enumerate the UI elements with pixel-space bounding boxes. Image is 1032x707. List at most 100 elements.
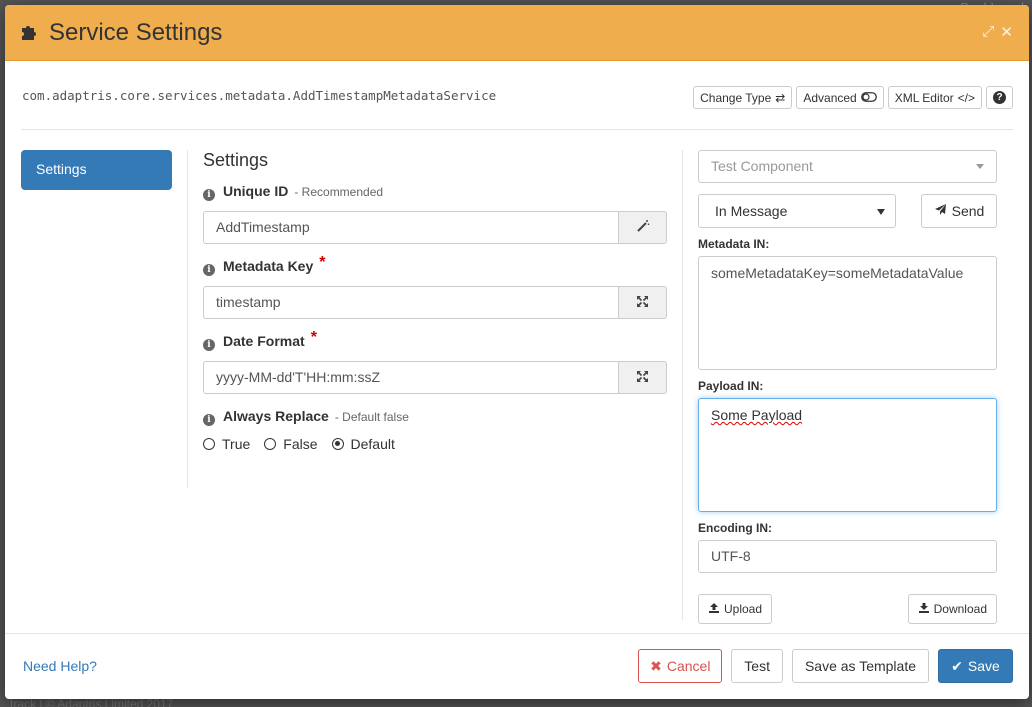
modal-header: Service Settings ⤢ ✕ [5, 5, 1029, 61]
info-icon[interactable]: i [203, 339, 215, 351]
metadata-key-input[interactable]: timestamp [203, 286, 618, 319]
test-panel: Test Component In Message Send Metadata … [698, 150, 997, 624]
unique-id-input[interactable]: AddTimestamp [203, 211, 618, 244]
upload-button[interactable]: Upload [698, 594, 773, 624]
date-format-label-text: Date Format [223, 333, 305, 349]
exchange-icon: ⇄ [775, 90, 786, 105]
send-button[interactable]: Send [921, 194, 997, 228]
test-button[interactable]: Test [731, 649, 783, 683]
radio-circle-selected[interactable] [331, 438, 344, 450]
radio-label: Default [350, 436, 395, 452]
always-replace-radios: True False Default [203, 436, 667, 452]
divider [21, 129, 1013, 130]
radio-label: False [283, 436, 318, 452]
paper-plane-icon [934, 203, 947, 219]
download-icon [918, 602, 930, 617]
expand-modal-icon[interactable]: ⤢ [982, 23, 994, 41]
date-format-label: i Date Format * [203, 329, 667, 353]
save-as-template-button[interactable]: Save as Template [791, 649, 929, 683]
times-icon: ✖ [650, 657, 662, 674]
need-help-link[interactable]: Need Help? [23, 658, 97, 674]
caret-down-icon [877, 209, 885, 215]
xml-editor-label: XML Editor [894, 90, 954, 105]
unique-id-label-text: Unique ID [223, 183, 289, 199]
always-replace-hint: - Default false [334, 410, 409, 424]
message-type-select[interactable]: In Message [698, 194, 896, 228]
change-type-button[interactable]: Change Type ⇄ [693, 86, 793, 109]
download-button[interactable]: Download [907, 594, 997, 624]
info-icon[interactable]: i [203, 264, 215, 276]
cancel-label: Cancel [666, 658, 711, 674]
always-replace-label: i Always Replace - Default false [203, 408, 667, 428]
expand-editor-button[interactable] [618, 361, 667, 394]
check-icon: ✔ [951, 657, 963, 674]
radio-circle[interactable] [264, 438, 277, 450]
change-type-label: Change Type [700, 90, 772, 105]
payload-text: Some Payload [711, 407, 803, 423]
settings-form: Settings i Unique ID - Recommended AddTi… [203, 150, 667, 452]
header-actions: ⤢ ✕ [982, 23, 1013, 41]
message-row: In Message Send [698, 194, 997, 228]
advanced-label: Advanced [803, 90, 857, 105]
generate-id-button[interactable] [618, 211, 667, 244]
advanced-button[interactable]: Advanced [796, 86, 884, 109]
download-label: Download [933, 602, 987, 616]
radio-false[interactable]: False [264, 436, 318, 452]
modal-title: Service Settings [49, 18, 223, 46]
metadata-in-label: Metadata IN: [698, 237, 770, 251]
test-component-placeholder: Test Component [711, 158, 813, 174]
caret-down-icon [976, 164, 984, 169]
footer-actions: ✖ Cancel Test Save as Template ✔ Save [638, 649, 1013, 683]
code-icon: </> [957, 90, 975, 105]
save-as-template-label: Save as Template [804, 658, 916, 674]
unique-id-label: i Unique ID - Recommended [203, 183, 667, 203]
metadata-key-group: timestamp [203, 286, 667, 319]
radio-true[interactable]: True [203, 436, 250, 452]
test-label: Test [744, 658, 770, 674]
cancel-button[interactable]: ✖ Cancel [638, 649, 723, 683]
divider [5, 633, 1029, 634]
divider [682, 150, 683, 620]
upload-icon [708, 602, 720, 617]
radio-circle[interactable] [203, 438, 215, 450]
send-label: Send [951, 203, 985, 219]
date-format-input[interactable]: yyyy-MM-dd'T'HH:mm:ssZ [203, 361, 618, 394]
expand-icon [636, 370, 649, 386]
sidebar-item-settings[interactable]: Settings [21, 150, 172, 190]
message-type-value: In Message [715, 203, 788, 219]
service-settings-modal: Service Settings ⤢ ✕ com.adaptris.core.s… [5, 5, 1029, 699]
service-class-name: com.adaptris.core.services.metadata.AddT… [22, 88, 497, 103]
close-icon[interactable]: ✕ [1000, 23, 1013, 41]
info-icon[interactable]: i [203, 414, 215, 426]
metadata-key-label-text: Metadata Key [223, 258, 314, 274]
toggle-off-icon [860, 91, 877, 105]
radio-default[interactable]: Default [331, 436, 395, 452]
encoding-in-input[interactable]: UTF-8 [698, 540, 997, 573]
expand-editor-button[interactable] [618, 286, 667, 319]
test-component-select[interactable]: Test Component [698, 150, 997, 183]
info-icon[interactable]: i [203, 189, 215, 201]
save-label: Save [967, 658, 1000, 674]
unique-id-hint: - Recommended [294, 185, 384, 199]
payload-in-textarea[interactable]: Some Payload [698, 398, 997, 512]
toolbar: Change Type ⇄ Advanced XML Editor </> ? [693, 86, 1013, 109]
always-replace-label-text: Always Replace [223, 408, 329, 424]
divider [187, 150, 188, 488]
xml-editor-button[interactable]: XML Editor </> [887, 86, 982, 109]
metadata-in-textarea[interactable]: someMetadataKey=someMetadataValue [698, 256, 997, 370]
required-marker: * [310, 329, 317, 346]
help-button[interactable]: ? [986, 86, 1013, 109]
puzzle-icon [19, 20, 41, 45]
required-marker: * [319, 254, 326, 271]
metadata-key-label: i Metadata Key * [203, 254, 667, 278]
date-format-group: yyyy-MM-dd'T'HH:mm:ssZ [203, 361, 667, 394]
magic-wand-icon [636, 219, 650, 236]
upload-download-row: Upload Download [698, 594, 997, 624]
upload-label: Upload [724, 602, 763, 616]
unique-id-group: AddTimestamp [203, 211, 667, 244]
encoding-in-label: Encoding IN: [698, 521, 772, 535]
radio-label: True [222, 436, 251, 452]
expand-icon [636, 295, 649, 311]
question-circle-icon: ? [993, 91, 1006, 104]
save-button[interactable]: ✔ Save [938, 649, 1013, 683]
